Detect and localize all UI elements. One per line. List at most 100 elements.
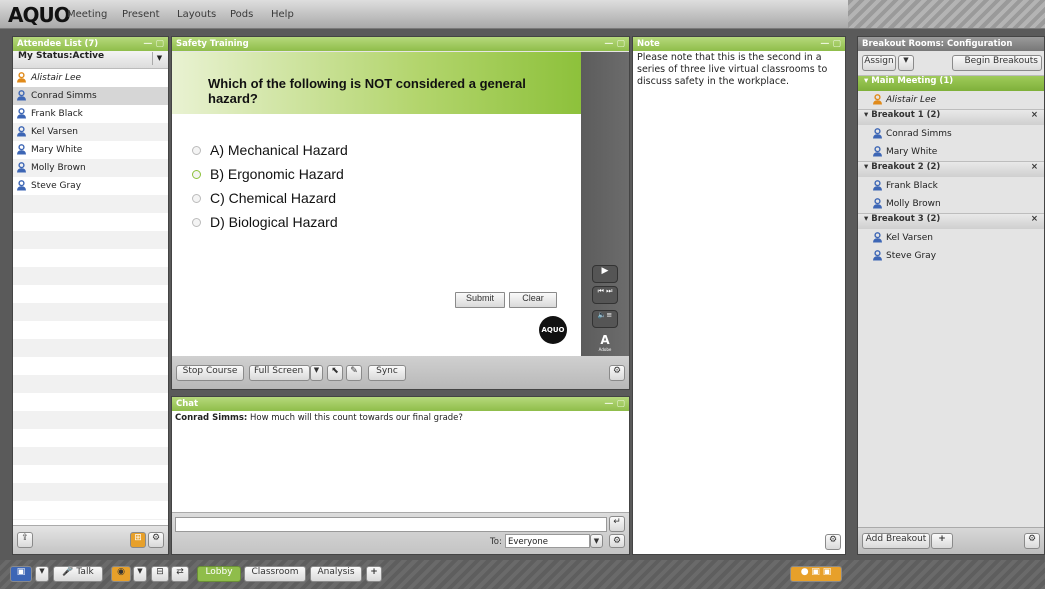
edit-icon[interactable]: ✎ <box>346 365 362 381</box>
gear-icon[interactable]: ⚙ <box>148 532 164 548</box>
chevron-down-icon[interactable]: ▼ <box>133 566 147 582</box>
attendee-item[interactable]: Conrad Simms <box>13 87 168 105</box>
radio-button[interactable] <box>192 194 201 203</box>
pod-window-controls[interactable]: — ▢ <box>604 397 625 411</box>
menu-present[interactable]: Present <box>122 9 160 20</box>
clear-button[interactable]: Clear <box>509 292 557 308</box>
chevron-down-icon[interactable]: ▼ <box>898 55 914 71</box>
option-c[interactable]: C) Chemical Hazard <box>192 190 336 206</box>
note-pod-title: Note <box>637 39 660 49</box>
dropdown-icon[interactable]: ▼ <box>310 365 323 381</box>
handshake-icon[interactable]: ⇄ <box>171 566 189 582</box>
main-meeting-group[interactable]: ▾ Main Meeting (1) <box>858 75 1044 91</box>
pod-window-controls[interactable]: — ▢ <box>143 37 164 51</box>
triangle-down-icon[interactable]: ▾ <box>864 162 868 172</box>
to-label: To: <box>490 537 502 547</box>
host-user-icon[interactable]: ◉ <box>111 566 131 582</box>
bottom-bar: ▣ ▼ 🎤 Talk ◉ ▼ ⊟ ⇄ Lobby Classroom Analy… <box>0 560 1045 589</box>
begin-breakouts-button[interactable]: Begin Breakouts <box>952 55 1042 71</box>
play-icon[interactable]: ▶ <box>592 265 618 283</box>
pod-window-controls[interactable]: — ▢ <box>820 37 841 51</box>
user-icon <box>17 180 26 191</box>
camera-icon[interactable]: ▣ <box>10 566 32 582</box>
add-breakout-button[interactable]: Add Breakout <box>862 533 930 549</box>
close-icon[interactable]: × <box>1031 162 1038 172</box>
chat-pod: Chat — ▢ Conrad Simms: How much will thi… <box>171 396 630 555</box>
menu-meeting[interactable]: Meeting <box>67 9 107 20</box>
add-layout-button[interactable]: + <box>366 566 382 582</box>
option-b[interactable]: B) Ergonomic Hazard <box>192 166 344 182</box>
attendee-name: Alistair Lee <box>31 73 82 83</box>
attendee-item[interactable]: Mary White <box>13 141 168 159</box>
breakout-member[interactable]: Kel Varsen <box>858 229 1044 247</box>
tab-classroom[interactable]: Classroom <box>244 566 306 582</box>
breakout-pod-title: Breakout Rooms: Configuration <box>862 39 1013 49</box>
attendee-item[interactable]: Steve Gray <box>13 177 168 195</box>
recipient-select[interactable]: Everyone <box>505 534 590 548</box>
chevron-down-icon[interactable]: ▼ <box>35 566 49 582</box>
tab-analysis[interactable]: Analysis <box>310 566 362 582</box>
chevron-down-icon[interactable]: ▼ <box>590 534 603 548</box>
breakout-member[interactable]: Mary White <box>858 143 1044 161</box>
gear-icon[interactable]: ⚙ <box>609 365 625 381</box>
close-icon[interactable]: × <box>1031 110 1038 120</box>
member-name: Frank Black <box>886 181 938 191</box>
group-label: Main Meeting (1) <box>871 76 954 86</box>
assign-button[interactable]: Assign <box>862 55 896 71</box>
send-icon[interactable]: ↵ <box>609 516 625 532</box>
user-icon <box>873 250 882 261</box>
attendee-item[interactable]: Alistair Lee <box>13 69 168 87</box>
tab-lobby[interactable]: Lobby <box>197 566 241 582</box>
talk-button[interactable]: 🎤 Talk <box>53 566 103 582</box>
menu-pods[interactable]: Pods <box>230 9 253 20</box>
triangle-down-icon[interactable]: ▾ <box>864 76 868 86</box>
host-user-icon <box>17 72 26 83</box>
gear-icon[interactable]: ⚙ <box>609 534 625 548</box>
lock-icon[interactable]: ⊟ <box>151 566 169 582</box>
user-icon <box>17 126 26 137</box>
breakout-member[interactable]: Frank Black <box>858 177 1044 195</box>
submit-button[interactable]: Submit <box>455 292 505 308</box>
radio-button[interactable] <box>192 146 201 155</box>
close-icon[interactable]: × <box>1031 214 1038 224</box>
plus-icon[interactable]: + <box>931 533 953 549</box>
connection-status-icon[interactable]: ● ▣ ▣ <box>790 566 842 582</box>
radio-button[interactable] <box>192 170 201 179</box>
status-selector[interactable]: My Status:Active ▼ <box>13 51 168 69</box>
full-screen-button[interactable]: Full Screen <box>249 365 310 381</box>
user-icon <box>873 198 882 209</box>
breakout-member[interactable]: Conrad Simms <box>858 125 1044 143</box>
pod-window-controls[interactable]: — ▢ <box>604 37 625 51</box>
triangle-down-icon[interactable]: ▾ <box>864 214 868 224</box>
radio-button[interactable] <box>192 218 201 227</box>
stop-course-button[interactable]: Stop Course <box>176 365 244 381</box>
option-d[interactable]: D) Biological Hazard <box>192 214 338 230</box>
gear-icon[interactable]: ⚙ <box>1024 533 1040 549</box>
share-icon[interactable]: ⇪ <box>17 532 33 548</box>
breakout-group[interactable]: ▾ Breakout 3 (2) × <box>858 213 1044 229</box>
chat-input[interactable] <box>175 517 607 532</box>
grid-icon[interactable]: ⊞ <box>130 532 146 548</box>
triangle-down-icon[interactable]: ▾ <box>864 110 868 120</box>
pointer-icon[interactable]: ⬉ <box>327 365 343 381</box>
breakout-group[interactable]: ▾ Breakout 2 (2) × <box>858 161 1044 177</box>
attendee-item[interactable]: Kel Varsen <box>13 123 168 141</box>
sync-button[interactable]: Sync <box>368 365 406 381</box>
menu-help[interactable]: Help <box>271 9 294 20</box>
skip-icon[interactable]: ⏮ ⏭ <box>592 286 618 304</box>
breakout-member[interactable]: Steve Gray <box>858 247 1044 265</box>
chat-message: Conrad Simms: How much will this count t… <box>172 411 629 425</box>
chevron-down-icon[interactable]: ▼ <box>152 52 166 65</box>
breakout-group[interactable]: ▾ Breakout 1 (2) × <box>858 109 1044 125</box>
attendee-item[interactable]: Frank Black <box>13 105 168 123</box>
gear-icon[interactable]: ⚙ <box>825 534 841 550</box>
breakout-footer: Add Breakout + ⚙ <box>858 527 1044 554</box>
option-a[interactable]: A) Mechanical Hazard <box>192 142 348 158</box>
volume-icon[interactable]: 🔈≡ <box>592 310 618 328</box>
attendee-item[interactable]: Molly Brown <box>13 159 168 177</box>
breakout-member[interactable]: Alistair Lee <box>858 91 1044 109</box>
chat-pod-header: Chat — ▢ <box>172 397 629 411</box>
adobe-logo: A Adobe <box>598 333 612 352</box>
menu-layouts[interactable]: Layouts <box>177 9 216 20</box>
breakout-member[interactable]: Molly Brown <box>858 195 1044 213</box>
